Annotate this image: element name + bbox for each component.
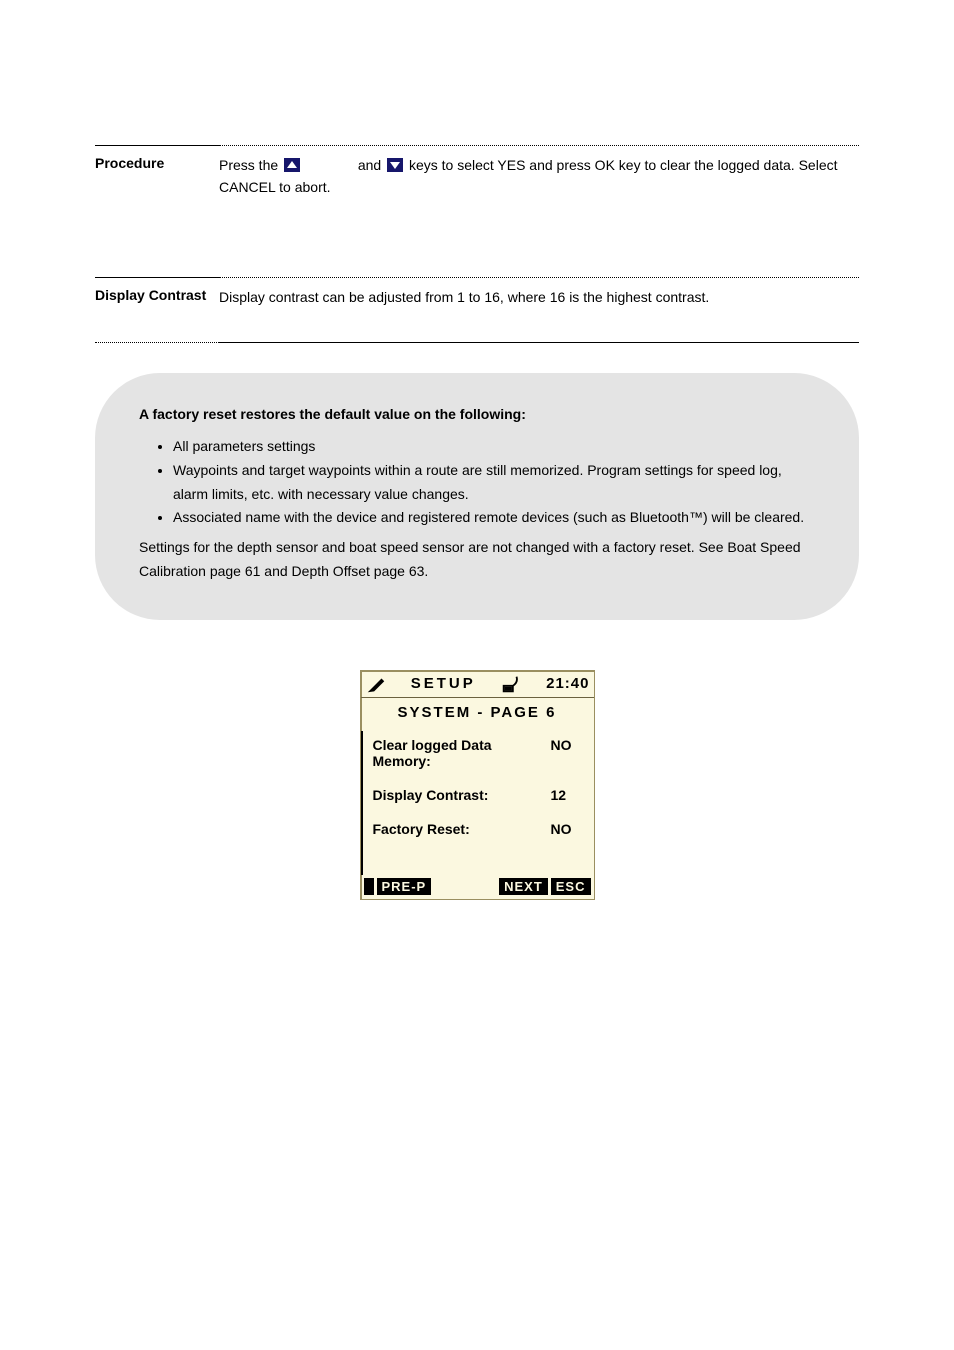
arrow-down-icon bbox=[387, 158, 403, 172]
lcd-button-esc[interactable]: ESC bbox=[551, 878, 591, 895]
lcd-line-value: NO bbox=[551, 737, 572, 769]
pen-icon bbox=[365, 673, 387, 695]
lcd-line[interactable]: Display Contrast: 12 bbox=[373, 787, 584, 803]
arrow-up-icon bbox=[284, 158, 300, 172]
row-label: Procedure bbox=[95, 154, 219, 173]
row-desc: Display contrast can be adjusted from 1 … bbox=[219, 286, 859, 308]
note-bullet: All parameters settings bbox=[173, 435, 815, 459]
row-display-contrast: Display Contrast Display contrast can be… bbox=[95, 286, 859, 308]
note-bullets: All parameters settings Waypoints and ta… bbox=[173, 435, 815, 530]
lcd-line[interactable]: Factory Reset: NO bbox=[373, 821, 584, 837]
satellite-icon bbox=[500, 673, 522, 695]
row-desc: Press the and keys to select YES and pre… bbox=[219, 154, 859, 199]
desc-text-mid: and bbox=[358, 157, 385, 173]
lcd-line-value: 12 bbox=[551, 787, 567, 803]
lcd-footer: PRE-P NEXT ESC bbox=[361, 875, 594, 899]
note-intro: A factory reset restores the default val… bbox=[139, 406, 526, 422]
lcd-line[interactable]: Clear logged Data Memory: NO bbox=[373, 737, 584, 769]
lcd-panel: SETUP 21:40 SYSTEM - PAGE 6 Clear logged… bbox=[360, 670, 595, 900]
lcd-time: 21:40 bbox=[546, 675, 589, 692]
lcd-button-prev[interactable]: PRE-P bbox=[377, 878, 432, 895]
row-label: Display Contrast bbox=[95, 286, 219, 305]
lcd-button-next[interactable]: NEXT bbox=[499, 878, 548, 895]
lcd-body: Clear logged Data Memory: NO Display Con… bbox=[361, 731, 594, 875]
note-box: A factory reset restores the default val… bbox=[95, 373, 859, 620]
lcd-button-blank[interactable] bbox=[364, 878, 374, 895]
note-bullet: Waypoints and target waypoints within a … bbox=[173, 459, 815, 507]
row-procedure: Procedure Press the and keys to select Y… bbox=[95, 154, 859, 199]
lcd-line-value: NO bbox=[551, 821, 572, 837]
lcd-line-label: Display Contrast: bbox=[373, 787, 533, 803]
desc-text-after: keys to select YES and press OK key to c… bbox=[219, 157, 838, 195]
note-footer: Settings for the depth sensor and boat s… bbox=[139, 536, 815, 584]
desc-text-before: Press the bbox=[219, 157, 282, 173]
note-bullet: Associated name with the device and regi… bbox=[173, 506, 815, 530]
lcd-header: SETUP 21:40 bbox=[361, 671, 594, 698]
lcd-line-label: Factory Reset: bbox=[373, 821, 533, 837]
lcd-title: SETUP bbox=[411, 675, 476, 692]
lcd-subtitle: SYSTEM - PAGE 6 bbox=[361, 698, 594, 731]
lcd-line-label: Clear logged Data Memory: bbox=[373, 737, 533, 769]
